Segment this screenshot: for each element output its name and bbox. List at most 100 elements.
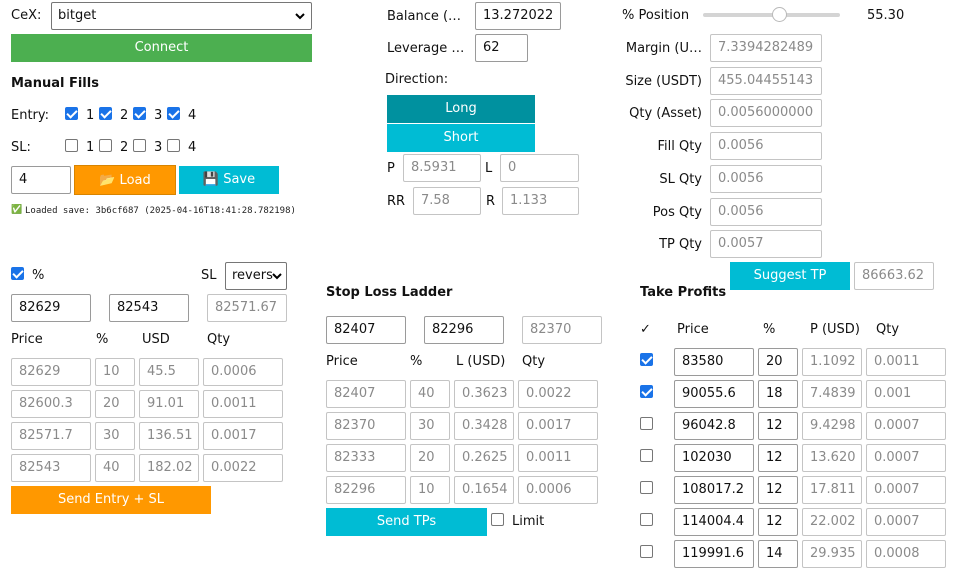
sl-row-loss: 0.1654	[454, 476, 514, 504]
entry-row-usd: 136.51	[139, 422, 199, 450]
sl-fill-checkbox-3[interactable]	[133, 139, 146, 152]
sl-row-qty: 0.0011	[518, 444, 598, 472]
sl-row-loss: 0.3623	[454, 380, 514, 408]
sl-row-price: 82407	[326, 380, 406, 408]
sl-fill-checkbox-4[interactable]	[167, 139, 180, 152]
entry-fill-checkbox-1[interactable]	[65, 107, 78, 120]
sl-row-price: 82333	[326, 444, 406, 472]
entry-row-qty: 0.0022	[203, 454, 283, 482]
tp-row-pct[interactable]: 12	[758, 412, 798, 440]
position-slider[interactable]	[703, 7, 840, 22]
tp-row-checkbox[interactable]	[640, 417, 653, 430]
tp-row-price[interactable]: 108017.2	[674, 476, 754, 504]
sl-mode-value: revers	[232, 268, 273, 283]
sl-fill-checkbox-2[interactable]	[99, 139, 112, 152]
short-button[interactable]: Short	[387, 124, 535, 152]
entry-pct-label: %	[32, 268, 45, 283]
tp-row-price[interactable]: 119991.6	[674, 540, 754, 568]
entry-pct-checkbox[interactable]	[11, 267, 24, 280]
suggest-tp-button[interactable]: Suggest TP	[730, 262, 850, 290]
entry-row-price: 82600.3	[11, 390, 91, 418]
entry-from-input[interactable]: 82629	[11, 294, 91, 322]
sl-col-price: Price	[326, 354, 358, 369]
sl-row-loss: 0.3428	[454, 412, 514, 440]
entry-row-pct: 10	[95, 358, 135, 386]
tp-row-checkbox[interactable]	[640, 449, 653, 462]
tp-row-checkbox[interactable]	[640, 513, 653, 526]
tp-row-price[interactable]: 114004.4	[674, 508, 754, 536]
tp-row-profit: 17.811	[802, 476, 862, 504]
save-button[interactable]: 💾 Save	[179, 166, 279, 194]
entry-fills-label: Entry:	[11, 108, 50, 123]
connect-button[interactable]: Connect	[11, 34, 312, 62]
take-profits-title: Take Profits	[640, 285, 727, 300]
entry-fill-num: 2	[120, 108, 129, 123]
tp-row-checkbox[interactable]	[640, 481, 653, 494]
sl-qty-field: 0.0056	[710, 164, 822, 193]
sl-row-qty: 0.0022	[518, 380, 598, 408]
position-slider-thumb[interactable]	[771, 7, 787, 22]
tp-row-pct[interactable]: 12	[758, 508, 798, 536]
tp-row-pct[interactable]: 12	[758, 476, 798, 504]
tp-row-pct[interactable]: 20	[758, 348, 798, 376]
entry-row-price: 82629	[11, 358, 91, 386]
p-value-field: 8.5931	[403, 154, 481, 182]
sl-fill-checkbox-1[interactable]	[65, 139, 78, 152]
tp-row-price[interactable]: 102030	[674, 444, 754, 472]
entry-row-pct: 30	[95, 422, 135, 450]
tp-row-pct[interactable]: 18	[758, 380, 798, 408]
sl-to-input[interactable]: 82296	[424, 316, 504, 344]
entry-fill-checkbox-4[interactable]	[167, 107, 180, 120]
fill-qty-label: Fill Qty	[657, 139, 702, 155]
entry-col-pct: %	[96, 332, 109, 347]
entry-fill-checkbox-2[interactable]	[99, 107, 112, 120]
sl-row-qty: 0.0006	[518, 476, 598, 504]
qty-asset-label: Qty (Asset)	[629, 106, 702, 122]
tp-row-price[interactable]: 96042.8	[674, 412, 754, 440]
manual-fills-title: Manual Fills	[11, 76, 99, 91]
entry-row-pct: 40	[95, 454, 135, 482]
entry-col-price: Price	[11, 332, 43, 347]
r-value-field: 1.133	[502, 187, 579, 215]
sl-fill-num: 3	[154, 140, 163, 155]
send-tps-button[interactable]: Send TPs	[326, 508, 487, 536]
entry-fill-checkbox-3[interactable]	[133, 107, 146, 120]
entry-row-qty: 0.0017	[203, 422, 283, 450]
check-icon: ✅	[11, 205, 23, 215]
p-label: P	[387, 161, 395, 176]
limit-label: Limit	[512, 514, 545, 529]
sl-from-input[interactable]: 82407	[326, 316, 406, 344]
cex-select[interactable]: bitget	[51, 2, 312, 30]
tp-col-qty: Qty	[876, 322, 900, 337]
send-entry-sl-button[interactable]: Send Entry + SL	[11, 486, 211, 514]
sl-fill-num: 2	[120, 140, 129, 155]
sl-avg-field: 82370	[522, 316, 602, 344]
tp-row-qty: 0.0007	[866, 412, 946, 440]
rr-label: RR	[387, 194, 406, 209]
tp-row-profit: 22.002	[802, 508, 862, 536]
tp-row-price[interactable]: 90055.6	[674, 380, 754, 408]
tp-row-pct[interactable]: 12	[758, 444, 798, 472]
tp-row-checkbox[interactable]	[640, 353, 653, 366]
limit-checkbox[interactable]	[491, 513, 504, 526]
sl-fill-num: 1	[86, 140, 95, 155]
sl-mode-select[interactable]: revers	[225, 262, 287, 290]
tp-row-price[interactable]: 83580	[674, 348, 754, 376]
load-button[interactable]: 📂 Load	[74, 165, 176, 195]
entry-to-input[interactable]: 82543	[109, 294, 189, 322]
tp-row-checkbox[interactable]	[640, 545, 653, 558]
tp-row-pct[interactable]: 14	[758, 540, 798, 568]
tp-row-profit: 13.620	[802, 444, 862, 472]
long-button[interactable]: Long	[387, 95, 535, 123]
save-slot-input[interactable]: 4	[11, 166, 71, 194]
entry-row-usd: 45.5	[139, 358, 199, 386]
leverage-label: Leverage …	[387, 41, 465, 56]
rr-value-field: 7.58	[413, 187, 481, 215]
stop-loss-title: Stop Loss Ladder	[326, 285, 453, 300]
direction-label: Direction:	[385, 72, 449, 87]
balance-input[interactable]: 13.272022	[475, 2, 561, 30]
leverage-input[interactable]: 62	[475, 34, 528, 62]
tp-row-checkbox[interactable]	[640, 385, 653, 398]
tp-row-profit: 7.4839	[802, 380, 862, 408]
entry-row-qty: 0.0006	[203, 358, 283, 386]
